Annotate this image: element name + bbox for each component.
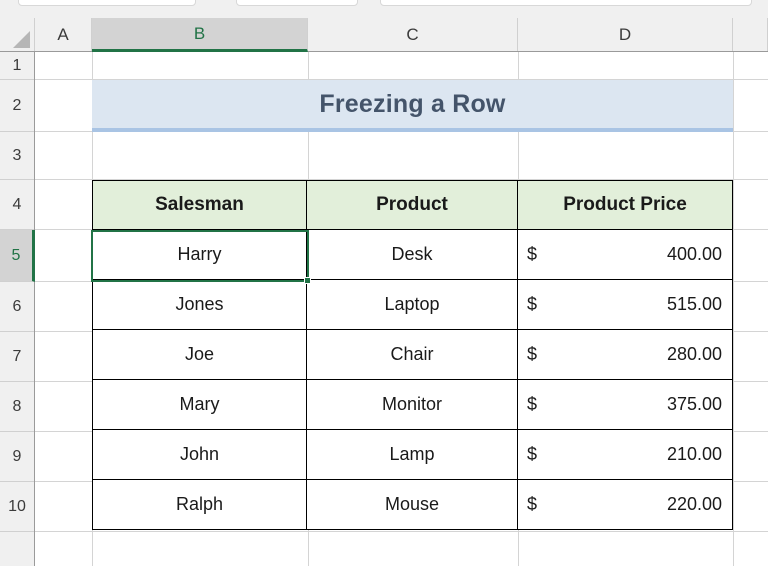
ribbon-group-3 bbox=[380, 0, 752, 6]
column-header-d[interactable]: D bbox=[518, 18, 733, 51]
data-table: Salesman Product Product Price Harry Des… bbox=[92, 180, 733, 530]
table-row: Ralph Mouse $ 220.00 bbox=[92, 480, 733, 530]
ribbon-group-1 bbox=[18, 0, 196, 6]
select-all-triangle-icon bbox=[13, 31, 30, 48]
worksheet-grid[interactable]: Freezing a Row Salesman Product Product … bbox=[35, 52, 768, 566]
row-header-column: 1 2 3 4 5 6 7 8 9 10 bbox=[0, 52, 35, 566]
cell-price[interactable]: $ 515.00 bbox=[518, 280, 733, 330]
page-title: Freezing a Row bbox=[319, 89, 506, 118]
table-header-row: Salesman Product Product Price bbox=[92, 180, 733, 230]
cell-product[interactable]: Desk bbox=[307, 230, 518, 280]
cell-salesman[interactable]: Ralph bbox=[92, 480, 307, 530]
price-value: 515.00 bbox=[666, 294, 722, 314]
currency-symbol: $ bbox=[527, 494, 538, 514]
cell-product[interactable]: Mouse bbox=[307, 480, 518, 530]
row-header-5[interactable]: 5 bbox=[0, 230, 35, 282]
cell-price[interactable]: $ 400.00 bbox=[518, 230, 733, 280]
gridline-row-10-11 bbox=[35, 531, 768, 532]
row-header-7[interactable]: 7 bbox=[0, 332, 34, 382]
table-row: Jones Laptop $ 515.00 bbox=[92, 280, 733, 330]
column-header-bar: A B C D bbox=[0, 18, 768, 52]
price-value: 210.00 bbox=[666, 444, 722, 464]
column-header-c[interactable]: C bbox=[308, 18, 518, 51]
cell-product[interactable]: Laptop bbox=[307, 280, 518, 330]
row-header-8[interactable]: 8 bbox=[0, 382, 34, 432]
title-banner-cell[interactable]: Freezing a Row bbox=[92, 80, 733, 132]
table-header-product[interactable]: Product bbox=[307, 180, 518, 230]
row-header-partial[interactable] bbox=[0, 532, 34, 566]
row-header-1[interactable]: 1 bbox=[0, 52, 34, 80]
cell-price[interactable]: $ 280.00 bbox=[518, 330, 733, 380]
row-header-10[interactable]: 10 bbox=[0, 482, 34, 532]
cell-product[interactable]: Lamp bbox=[307, 430, 518, 480]
column-header-b[interactable]: B bbox=[92, 18, 308, 52]
row-header-3[interactable]: 3 bbox=[0, 132, 34, 180]
cell-price[interactable]: $ 210.00 bbox=[518, 430, 733, 480]
cell-product[interactable]: Chair bbox=[307, 330, 518, 380]
table-row: John Lamp $ 210.00 bbox=[92, 430, 733, 480]
row-header-6[interactable]: 6 bbox=[0, 282, 34, 332]
currency-symbol: $ bbox=[527, 294, 538, 314]
row-header-4[interactable]: 4 bbox=[0, 180, 34, 230]
currency-symbol: $ bbox=[527, 244, 538, 264]
cell-salesman[interactable]: Joe bbox=[92, 330, 307, 380]
table-header-salesman[interactable]: Salesman bbox=[92, 180, 307, 230]
currency-symbol: $ bbox=[527, 444, 538, 464]
price-value: 280.00 bbox=[666, 344, 722, 364]
excel-worksheet: A B C D 1 2 3 4 5 6 7 8 9 10 Freezing a … bbox=[0, 0, 768, 566]
currency-symbol: $ bbox=[527, 344, 538, 364]
cell-product[interactable]: Monitor bbox=[307, 380, 518, 430]
table-row: Joe Chair $ 280.00 bbox=[92, 330, 733, 380]
cell-price[interactable]: $ 220.00 bbox=[518, 480, 733, 530]
column-header-a[interactable]: A bbox=[35, 18, 92, 51]
price-value: 220.00 bbox=[666, 494, 722, 514]
gridline-col-d-e bbox=[733, 52, 734, 566]
cell-salesman[interactable]: John bbox=[92, 430, 307, 480]
cell-price[interactable]: $ 375.00 bbox=[518, 380, 733, 430]
table-row: Mary Monitor $ 375.00 bbox=[92, 380, 733, 430]
currency-symbol: $ bbox=[527, 394, 538, 414]
cell-salesman[interactable]: Jones bbox=[92, 280, 307, 330]
ribbon-remnant-strip bbox=[0, 0, 768, 18]
ribbon-group-2 bbox=[236, 0, 358, 6]
row-header-9[interactable]: 9 bbox=[0, 432, 34, 482]
row-header-2[interactable]: 2 bbox=[0, 80, 34, 132]
column-header-e[interactable] bbox=[733, 18, 768, 51]
price-value: 375.00 bbox=[666, 394, 722, 414]
cell-salesman[interactable]: Harry bbox=[92, 230, 307, 280]
table-row: Harry Desk $ 400.00 bbox=[92, 230, 733, 280]
table-header-product-price[interactable]: Product Price bbox=[518, 180, 733, 230]
price-value: 400.00 bbox=[666, 244, 722, 264]
select-all-corner[interactable] bbox=[0, 18, 35, 51]
cell-salesman[interactable]: Mary bbox=[92, 380, 307, 430]
